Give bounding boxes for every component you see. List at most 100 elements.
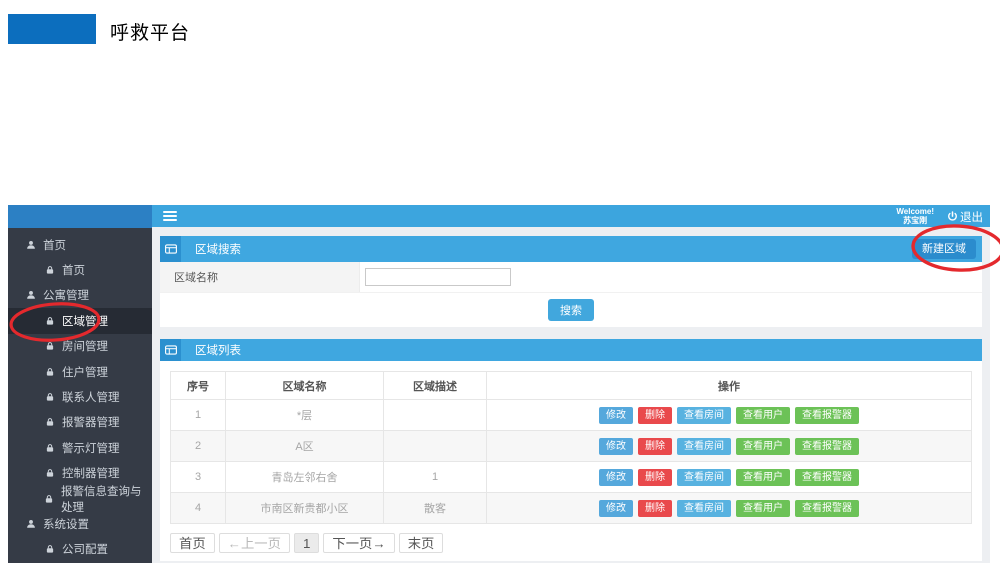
sidebar-item-7[interactable]: 报警器管理 bbox=[8, 410, 152, 435]
delete-button[interactable]: 删除 bbox=[638, 469, 672, 486]
page-title: 呼救平台 bbox=[110, 18, 190, 45]
edit-button[interactable]: 修改 bbox=[599, 469, 633, 486]
sidebar-item-label: 公寓管理 bbox=[43, 287, 89, 303]
region-table: 序号区域名称区域描述操作 1*层修改删除查看房间查看用户查看报警器2A区修改删除… bbox=[170, 371, 972, 524]
sidebar-item-4[interactable]: 房间管理 bbox=[8, 334, 152, 359]
table-icon bbox=[160, 339, 181, 361]
row-actions: 修改删除查看房间查看用户查看报警器 bbox=[487, 462, 972, 493]
sidebar-item-0[interactable]: 首页 bbox=[8, 232, 152, 257]
view-users-button[interactable]: 查看用户 bbox=[736, 407, 790, 424]
new-region-button[interactable]: 新建区域 bbox=[912, 239, 976, 259]
region-name-label: 区域名称 bbox=[160, 262, 360, 292]
username: 苏宝刚 bbox=[896, 216, 934, 225]
region-name-input[interactable] bbox=[365, 268, 511, 286]
sidebar-item-11[interactable]: 系统设置 bbox=[8, 511, 152, 536]
person-icon bbox=[25, 240, 36, 250]
view-users-button[interactable]: 查看用户 bbox=[736, 469, 790, 486]
region-search-header: 区域搜索 新建区域 bbox=[160, 236, 982, 262]
row-number: 3 bbox=[171, 462, 226, 493]
delete-button[interactable]: 删除 bbox=[638, 438, 672, 455]
view-users-button[interactable]: 查看用户 bbox=[736, 500, 790, 517]
view-alarms-button[interactable]: 查看报警器 bbox=[795, 469, 859, 486]
region-search-panel: 区域搜索 新建区域 区域名称 搜索 bbox=[160, 236, 982, 327]
sidebar-header bbox=[8, 205, 152, 228]
lock-icon bbox=[44, 392, 55, 402]
table-header-row: 序号区域名称区域描述操作 bbox=[171, 372, 972, 400]
sidebar-item-2[interactable]: 公寓管理 bbox=[8, 283, 152, 308]
table-row: 3青岛左邻右舍1修改删除查看房间查看用户查看报警器 bbox=[171, 462, 972, 493]
region-desc bbox=[384, 400, 487, 431]
lock-icon bbox=[44, 544, 55, 554]
last-page-button[interactable]: 末页 bbox=[399, 533, 444, 553]
sidebar-item-8[interactable]: 警示灯管理 bbox=[8, 435, 152, 460]
sidebar-item-label: 首页 bbox=[43, 237, 66, 253]
first-page-button[interactable]: 首页 bbox=[170, 533, 215, 553]
region-name-cell bbox=[360, 262, 982, 292]
lock-icon bbox=[44, 417, 55, 427]
admin-app: 首页首页公寓管理区域管理房间管理住户管理联系人管理报警器管理警示灯管理控制器管理… bbox=[8, 205, 990, 563]
table-row: 4市南区新贵都小区散客修改删除查看房间查看用户查看报警器 bbox=[171, 493, 972, 524]
topbar: Welcome! 苏宝刚 退出 bbox=[152, 205, 990, 227]
region-name: 市南区新贵都小区 bbox=[226, 493, 384, 524]
sidebar-item-5[interactable]: 住户管理 bbox=[8, 359, 152, 384]
menu-toggle-icon[interactable] bbox=[163, 211, 177, 221]
column-header: 区域名称 bbox=[226, 372, 384, 400]
sidebar-item-12[interactable]: 公司配置 bbox=[8, 537, 152, 562]
search-button[interactable]: 搜索 bbox=[548, 299, 594, 321]
next-page-button[interactable]: 下一页→ bbox=[323, 533, 394, 553]
region-list-panel: 区域列表 序号区域名称区域描述操作 1*层修改删除查看房间查看用户查看报警器2A… bbox=[160, 339, 982, 561]
lock-icon bbox=[44, 341, 55, 351]
table-icon bbox=[160, 236, 181, 262]
sidebar-item-label: 住户管理 bbox=[62, 364, 108, 380]
edit-button[interactable]: 修改 bbox=[599, 407, 633, 424]
prev-page-button[interactable]: ←上一页 bbox=[219, 533, 290, 553]
column-header: 操作 bbox=[487, 372, 972, 400]
region-name-row: 区域名称 bbox=[160, 262, 982, 293]
sidebar-item-1[interactable]: 首页 bbox=[8, 257, 152, 282]
view-alarms-button[interactable]: 查看报警器 bbox=[795, 407, 859, 424]
sidebar-item-3[interactable]: 区域管理 bbox=[8, 308, 152, 333]
sidebar-item-label: 警示灯管理 bbox=[62, 440, 120, 456]
view-users-button[interactable]: 查看用户 bbox=[736, 438, 790, 455]
sidebar-item-label: 区域管理 bbox=[62, 313, 108, 329]
sidebar-item-label: 系统设置 bbox=[43, 516, 89, 532]
row-actions: 修改删除查看房间查看用户查看报警器 bbox=[487, 431, 972, 462]
edit-button[interactable]: 修改 bbox=[599, 500, 633, 517]
region-name: A区 bbox=[226, 431, 384, 462]
delete-button[interactable]: 删除 bbox=[638, 407, 672, 424]
sidebar-item-label: 报警信息查询与处理 bbox=[61, 483, 152, 515]
main-content: 区域搜索 新建区域 区域名称 搜索 bbox=[152, 227, 990, 563]
page: 呼救平台 首页首页公寓管理区域管理房间管理住户管理联系人管理报警器管理警示灯管理… bbox=[0, 0, 1000, 563]
logout-button[interactable]: 退出 bbox=[947, 209, 983, 225]
person-icon bbox=[25, 290, 36, 300]
region-list-header: 区域列表 bbox=[160, 339, 982, 361]
sidebar-item-label: 房间管理 bbox=[62, 338, 108, 354]
page-number-button[interactable]: 1 bbox=[294, 533, 319, 553]
delete-button[interactable]: 删除 bbox=[638, 500, 672, 517]
logo bbox=[8, 14, 96, 44]
table-row: 1*层修改删除查看房间查看用户查看报警器 bbox=[171, 400, 972, 431]
row-actions: 修改删除查看房间查看用户查看报警器 bbox=[487, 493, 972, 524]
column-header: 序号 bbox=[171, 372, 226, 400]
view-rooms-button[interactable]: 查看房间 bbox=[677, 500, 731, 517]
sidebar-item-6[interactable]: 联系人管理 bbox=[8, 384, 152, 409]
lock-icon bbox=[44, 265, 55, 275]
edit-button[interactable]: 修改 bbox=[599, 438, 633, 455]
power-icon bbox=[947, 211, 958, 222]
region-desc bbox=[384, 431, 487, 462]
view-alarms-button[interactable]: 查看报警器 bbox=[795, 438, 859, 455]
view-rooms-button[interactable]: 查看房间 bbox=[677, 407, 731, 424]
column-header: 区域描述 bbox=[384, 372, 487, 400]
view-rooms-button[interactable]: 查看房间 bbox=[677, 469, 731, 486]
sidebar: 首页首页公寓管理区域管理房间管理住户管理联系人管理报警器管理警示灯管理控制器管理… bbox=[8, 205, 152, 563]
view-alarms-button[interactable]: 查看报警器 bbox=[795, 500, 859, 517]
region-name: 青岛左邻右舍 bbox=[226, 462, 384, 493]
view-rooms-button[interactable]: 查看房间 bbox=[677, 438, 731, 455]
lock-icon bbox=[44, 494, 54, 504]
sidebar-menu: 首页首页公寓管理区域管理房间管理住户管理联系人管理报警器管理警示灯管理控制器管理… bbox=[8, 228, 152, 562]
row-number: 2 bbox=[171, 431, 226, 462]
sidebar-item-10[interactable]: 报警信息查询与处理 bbox=[8, 486, 152, 511]
region-name: *层 bbox=[226, 400, 384, 431]
lock-icon bbox=[44, 367, 55, 377]
region-search-title: 区域搜索 bbox=[195, 241, 241, 257]
